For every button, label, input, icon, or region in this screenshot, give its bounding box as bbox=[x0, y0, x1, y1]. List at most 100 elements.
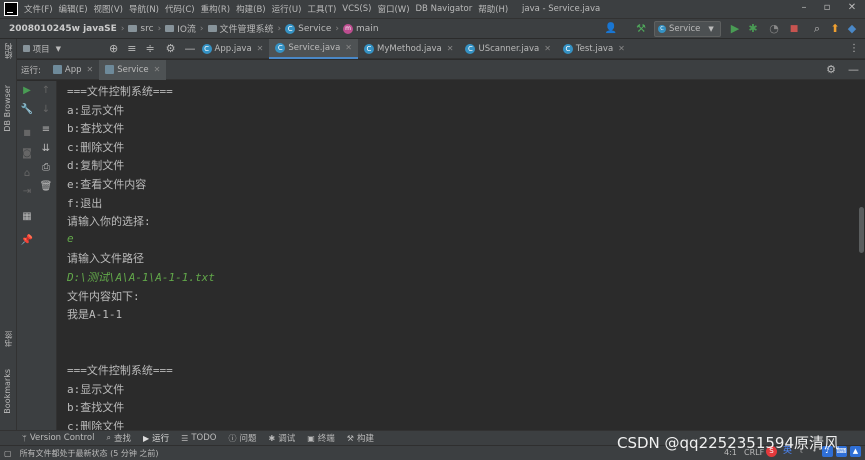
close-icon[interactable]: ✕ bbox=[154, 65, 161, 74]
user-icon[interactable]: 👤 bbox=[604, 22, 618, 36]
menu-window[interactable]: 窗口(W) bbox=[377, 3, 415, 15]
chevron-right-icon: › bbox=[277, 23, 282, 34]
arrow-down-icon[interactable]: ↓ bbox=[39, 103, 53, 117]
chevron-right-icon: › bbox=[335, 23, 340, 34]
tab-service-java[interactable]: C Service.java ✕ bbox=[269, 38, 358, 59]
run-toolbar: ▶ ↑ 🔧 ↓ ■ ≡ ◙ ⇊ ⌂ ⎙ ⇥ 🗑 ▦ 📌 bbox=[17, 81, 57, 430]
tool-label: TODO bbox=[191, 433, 217, 443]
arrow-up-icon[interactable]: ↑ bbox=[39, 84, 53, 98]
run-tab-service[interactable]: Service ✕ bbox=[99, 59, 167, 80]
console-output[interactable]: ===文件控制系统=== a:显示文件 b:查找文件 c:删除文件 d:复制文件 e:查看… bbox=[58, 81, 858, 430]
exit-icon[interactable]: ⇥ bbox=[20, 185, 34, 199]
menu-refactor[interactable]: 重构(R) bbox=[201, 3, 237, 15]
debug-icon[interactable]: ✱ bbox=[746, 22, 760, 36]
coverage-icon[interactable]: ◔ bbox=[767, 22, 781, 36]
run-tab-app[interactable]: App ✕ bbox=[47, 60, 99, 80]
trash-icon[interactable]: 🗑 bbox=[39, 180, 53, 194]
breadcrumb-package[interactable]: IO流 bbox=[177, 22, 196, 35]
breadcrumb-src[interactable]: src bbox=[140, 24, 153, 34]
close-icon[interactable]: ✕ bbox=[86, 65, 93, 74]
tool-find[interactable]: ⌕ 查找 bbox=[107, 432, 132, 444]
pin-icon[interactable]: 📌 bbox=[20, 234, 34, 248]
tool-run[interactable]: ▶ 运行 bbox=[143, 432, 169, 445]
scroll-to-end-icon[interactable]: ⇊ bbox=[39, 142, 53, 156]
search-icon[interactable]: ⌕ bbox=[810, 22, 824, 36]
app-run-icon bbox=[105, 65, 115, 74]
tab-test-java[interactable]: C Test.java ✕ bbox=[557, 39, 631, 59]
skin-icon[interactable]: ▲ bbox=[850, 446, 861, 457]
close-icon[interactable]: ✕ bbox=[257, 44, 264, 53]
stop-icon[interactable]: ■ bbox=[20, 126, 34, 140]
menu-run[interactable]: 运行(U) bbox=[272, 3, 308, 15]
breadcrumb-project[interactable]: 2008010245w javaSE bbox=[9, 24, 117, 34]
more-tabs-icon[interactable]: ⋮ bbox=[849, 43, 859, 54]
update-icon[interactable]: ⬆ bbox=[828, 22, 842, 36]
minimize-icon[interactable]: – bbox=[797, 2, 811, 13]
gear-icon[interactable]: ⚙ bbox=[826, 63, 836, 76]
menu-help[interactable]: 帮助(H) bbox=[478, 3, 514, 15]
camera-icon[interactable]: ◙ bbox=[20, 147, 34, 161]
menu-build[interactable]: 构建(B) bbox=[236, 3, 271, 15]
tool-version-control[interactable]: ᛘ Version Control bbox=[22, 433, 95, 443]
tool-label: 构建 bbox=[356, 434, 374, 444]
class-icon: C bbox=[275, 42, 286, 53]
chevron-right-icon: › bbox=[199, 23, 204, 34]
tool-terminal[interactable]: ▣ 终端 bbox=[307, 432, 335, 445]
tool-problems[interactable]: ⓘ 问题 bbox=[228, 432, 256, 445]
db-browser-panel-tab[interactable]: DB Browser bbox=[3, 85, 12, 132]
menu-edit[interactable]: 编辑(E) bbox=[59, 3, 94, 15]
print-icon[interactable]: ⎙ bbox=[39, 161, 53, 175]
layout-icon[interactable]: ▦ bbox=[20, 210, 34, 224]
chevron-right-icon: › bbox=[157, 23, 162, 34]
chevron-down-icon: ▼ bbox=[55, 44, 61, 53]
bookmarks-cn-panel-tab[interactable]: 书签 bbox=[3, 331, 14, 347]
hammer-icon[interactable]: ⚒ bbox=[634, 22, 648, 36]
tool-label: 调试 bbox=[278, 434, 296, 444]
tab-uscanner-java[interactable]: C UScanner.java ✕ bbox=[459, 39, 556, 59]
expand-all-icon[interactable]: ≡ bbox=[127, 42, 136, 55]
close-icon[interactable]: ✕ bbox=[544, 44, 551, 53]
run-config-select[interactable]: C Service ▼ bbox=[654, 21, 721, 37]
menu-vcs[interactable]: VCS(S) bbox=[342, 4, 377, 14]
tab-mymethod-java[interactable]: C MyMethod.java ✕ bbox=[358, 39, 459, 59]
project-label: 项目 bbox=[32, 44, 50, 55]
scrollbar-thumb[interactable] bbox=[859, 207, 864, 253]
console-scrollbar[interactable] bbox=[858, 81, 865, 430]
tool-build[interactable]: ⚒ 构建 bbox=[347, 432, 374, 445]
close-icon[interactable]: ✕ bbox=[845, 2, 859, 13]
structure-panel-tab[interactable]: 结构 bbox=[3, 43, 14, 59]
menu-file[interactable]: 文件(F) bbox=[24, 3, 59, 15]
tool-todo[interactable]: ☰ TODO bbox=[181, 433, 216, 443]
hide-icon[interactable]: — bbox=[185, 42, 196, 55]
breadcrumb-method[interactable]: main bbox=[356, 24, 379, 34]
menu-db-navigator[interactable]: DB Navigator bbox=[416, 4, 479, 14]
close-icon[interactable]: ✕ bbox=[345, 43, 352, 52]
restore-layout-icon[interactable]: ⌂ bbox=[20, 167, 34, 181]
wrench-icon[interactable]: 🔧 bbox=[20, 103, 34, 117]
hide-icon[interactable]: — bbox=[848, 63, 859, 76]
close-icon[interactable]: ✕ bbox=[618, 44, 625, 53]
tool-debug[interactable]: ✱ 调试 bbox=[268, 432, 296, 445]
menu-navigate[interactable]: 导航(N) bbox=[129, 3, 165, 15]
maximize-icon[interactable]: ▫ bbox=[820, 2, 834, 13]
menu-tools[interactable]: 工具(T) bbox=[307, 3, 342, 15]
left-tool-strip: 结构 DB Browser 书签 Bookmarks bbox=[0, 39, 17, 430]
bookmarks-panel-tab[interactable]: Bookmarks bbox=[3, 369, 12, 414]
close-icon[interactable]: ✕ bbox=[447, 44, 454, 53]
console-line: a:显示文件 bbox=[67, 103, 125, 117]
locate-icon[interactable]: ⊕ bbox=[109, 42, 118, 55]
collapse-all-icon[interactable]: ≑ bbox=[145, 42, 154, 55]
soft-wrap-icon[interactable]: ≡ bbox=[39, 123, 53, 137]
tab-app-java[interactable]: C App.java ✕ bbox=[196, 39, 270, 59]
run-icon[interactable]: ▶ bbox=[728, 22, 742, 36]
breadcrumb-subpackage[interactable]: 文件管理系统 bbox=[220, 22, 274, 35]
gear-icon[interactable]: ⚙ bbox=[166, 42, 176, 55]
menu-view[interactable]: 视图(V) bbox=[94, 3, 129, 15]
rerun-icon[interactable]: ▶ bbox=[20, 84, 34, 98]
run-panel-label: 运行: bbox=[21, 65, 41, 76]
stop-icon[interactable]: ■ bbox=[787, 22, 801, 36]
plugin-icon[interactable]: ◆ bbox=[845, 22, 859, 36]
menu-code[interactable]: 代码(C) bbox=[165, 3, 201, 15]
breadcrumb-class[interactable]: Service bbox=[298, 24, 331, 34]
project-panel-button[interactable]: 项目 ▼ bbox=[17, 39, 67, 59]
